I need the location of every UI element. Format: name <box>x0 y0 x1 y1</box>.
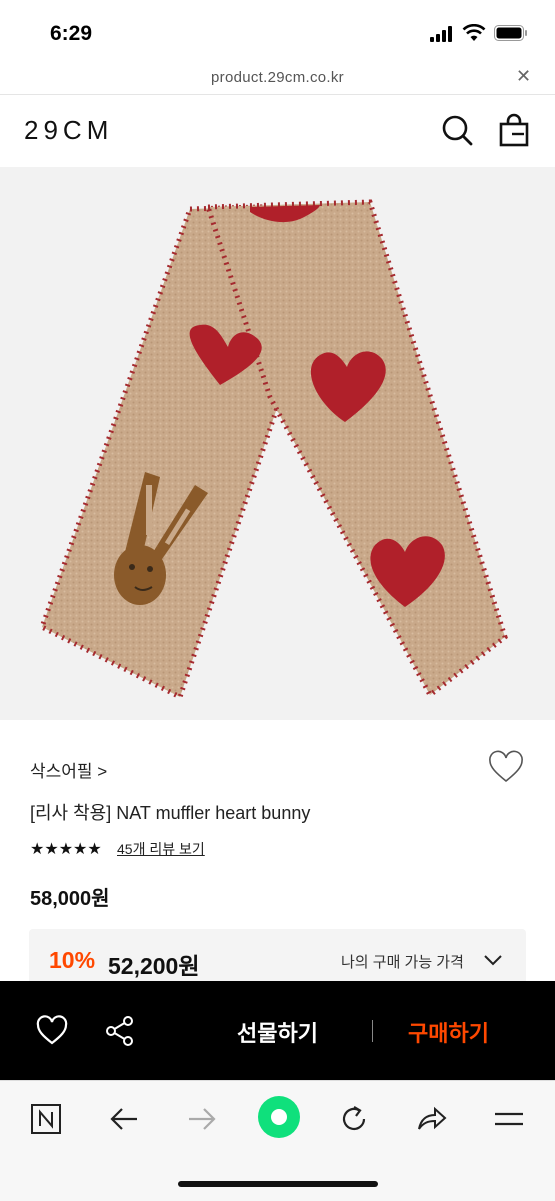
status-bar: 6:29 <box>0 0 555 64</box>
site-header: 29CM <box>0 95 555 167</box>
site-logo[interactable]: 29CM <box>24 115 113 146</box>
status-time: 6:29 <box>50 22 93 45</box>
shopping-bag-icon[interactable] <box>498 113 530 147</box>
forward-arrow-icon[interactable] <box>182 1099 222 1139</box>
search-icon[interactable] <box>440 113 474 147</box>
home-indicator <box>178 1181 378 1187</box>
url-text: product.29cm.co.kr <box>211 69 344 86</box>
gift-button[interactable]: 선물하기 <box>237 1016 318 1048</box>
signal-icon <box>430 26 452 42</box>
rating-stars: ★★★★★ <box>30 841 102 858</box>
battery-icon <box>494 25 527 41</box>
share-icon[interactable] <box>104 1015 136 1047</box>
discount-price: 52,200원 <box>108 953 200 979</box>
product-image[interactable] <box>0 167 555 720</box>
my-price-label: 나의 구매 가능 가격 <box>341 954 464 971</box>
close-icon[interactable]: ✕ <box>516 66 531 87</box>
share-arrow-icon[interactable] <box>411 1099 451 1139</box>
product-price: 58,000원 <box>30 888 110 910</box>
green-dot-icon[interactable] <box>257 1095 301 1139</box>
chevron-down-icon[interactable] <box>482 949 504 971</box>
address-bar[interactable]: product.29cm.co.kr ✕ <box>0 64 555 95</box>
brand-link[interactable]: 삭스어필 > <box>30 757 107 782</box>
product-name: [리사 착용] NAT muffler heart bunny <box>30 803 311 823</box>
heart-icon[interactable] <box>36 1015 68 1047</box>
divider <box>372 1020 373 1042</box>
naver-home-icon[interactable] <box>26 1099 66 1139</box>
purchase-bar: 선물하기 구매하기 <box>0 981 555 1080</box>
buy-button[interactable]: 구매하기 <box>408 1016 489 1048</box>
menu-icon[interactable] <box>489 1099 529 1139</box>
back-arrow-icon[interactable] <box>104 1099 144 1139</box>
scarf-illustration <box>38 199 508 701</box>
my-price-box[interactable]: 10% 52,200원 나의 구매 가능 가격 <box>29 929 526 989</box>
refresh-icon[interactable] <box>334 1099 374 1139</box>
discount-rate: 10% <box>49 947 96 973</box>
review-link[interactable]: 45개 리뷰 보기 <box>117 839 205 859</box>
heart-icon[interactable] <box>488 750 524 786</box>
wifi-icon <box>462 24 486 41</box>
